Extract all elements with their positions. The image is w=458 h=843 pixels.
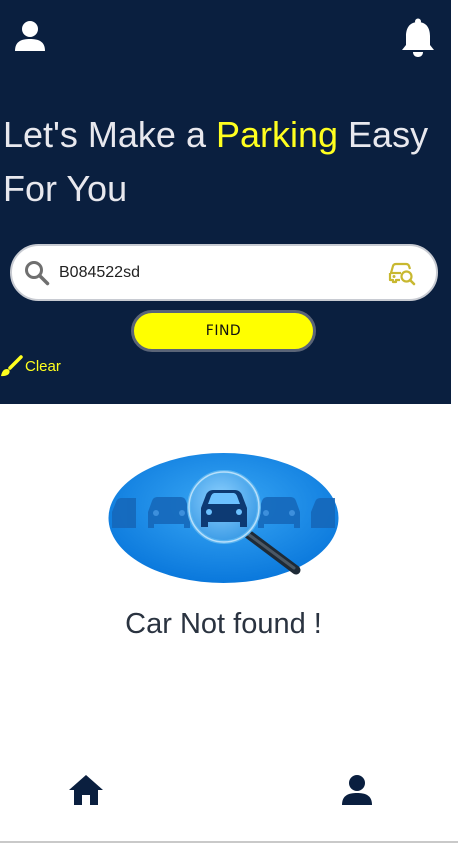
car-search-illustration bbox=[108, 453, 339, 583]
car-search-icon[interactable] bbox=[388, 260, 416, 286]
user-icon bbox=[15, 21, 45, 51]
search-input[interactable] bbox=[59, 256, 379, 290]
result-message: Car Not found ! bbox=[125, 608, 322, 640]
brush-icon bbox=[1, 355, 23, 377]
notifications-button[interactable] bbox=[398, 18, 438, 58]
find-button[interactable]: FIND bbox=[131, 310, 316, 352]
clear-button[interactable]: Clear bbox=[0, 354, 61, 378]
home-icon bbox=[69, 775, 103, 805]
user-icon bbox=[342, 775, 372, 805]
headline-accent: Parking bbox=[215, 114, 339, 155]
search-bar bbox=[10, 244, 438, 301]
profile-button[interactable] bbox=[12, 18, 48, 54]
clear-label: Clear bbox=[25, 357, 61, 375]
nav-home-button[interactable] bbox=[66, 770, 106, 810]
app-screen: Let's Make a Parking Easy For You FIND bbox=[0, 0, 458, 843]
search-icon bbox=[25, 261, 50, 286]
page-headline: Let's Make a Parking Easy For You bbox=[3, 108, 448, 216]
header: Let's Make a Parking Easy For You FIND bbox=[0, 0, 451, 404]
nav-profile-button[interactable] bbox=[337, 770, 377, 810]
bottom-navigation bbox=[0, 760, 458, 842]
headline-text-start: Let's Make a bbox=[3, 114, 216, 155]
bell-icon bbox=[402, 18, 434, 57]
